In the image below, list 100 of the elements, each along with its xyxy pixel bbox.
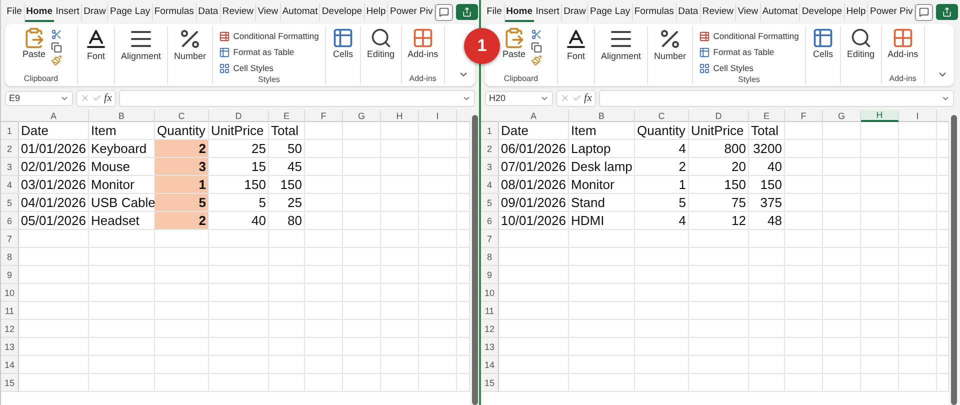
row-header[interactable]: 2 [1, 140, 19, 158]
row-header[interactable]: 6 [1, 212, 19, 230]
column-header[interactable]: G [343, 110, 381, 122]
row-header[interactable]: 5 [481, 194, 499, 212]
ribbon-tab[interactable]: File [485, 2, 504, 22]
row-header[interactable]: 11 [481, 302, 499, 320]
ribbon-tab[interactable]: Draw [562, 2, 588, 22]
ribbon-tab[interactable]: Automat [760, 2, 800, 22]
name-box[interactable]: E9 [5, 90, 73, 106]
paste-button[interactable]: Paste [20, 26, 48, 60]
ribbon-tab[interactable]: Page Lay [588, 2, 633, 22]
row-header[interactable]: 15 [481, 374, 499, 392]
row-header[interactable]: 13 [1, 338, 19, 356]
ribbon-tab[interactable]: Formulas [152, 2, 197, 22]
column-header[interactable]: E [749, 110, 785, 122]
alignment-button[interactable]: Alignment [119, 26, 164, 62]
ribbon-tab[interactable]: Data [676, 2, 701, 22]
row-header[interactable]: 2 [481, 140, 499, 158]
ribbon-tab[interactable]: Insert [534, 2, 562, 22]
row-header[interactable]: 9 [1, 266, 19, 284]
table-cell: Headset [89, 212, 155, 230]
row-header[interactable]: 9 [481, 266, 499, 284]
addins-button[interactable]: Add-ins [406, 26, 440, 60]
row-header[interactable]: 15 [1, 374, 19, 392]
row-header[interactable]: 6 [481, 212, 499, 230]
row-header[interactable]: 14 [1, 356, 19, 374]
row-header[interactable]: 14 [481, 356, 499, 374]
column-header[interactable]: E [269, 110, 305, 122]
styles-menu-item[interactable]: Cell Styles [219, 61, 319, 75]
cells-button[interactable]: Cells [330, 26, 356, 60]
column-header[interactable]: C [155, 110, 209, 122]
row-header[interactable]: 5 [1, 194, 19, 212]
row-header[interactable]: 3 [1, 158, 19, 176]
paste-button[interactable]: Paste [500, 26, 528, 60]
row-header[interactable]: 12 [481, 320, 499, 338]
ribbon-tab[interactable]: View [256, 2, 281, 22]
editing-button[interactable]: Editing [845, 26, 877, 60]
function-label[interactable]: fx [104, 92, 112, 104]
table-cell: 375 [749, 194, 785, 212]
row-header[interactable]: 10 [1, 284, 19, 302]
ribbon-tab[interactable]: Draw [82, 2, 108, 22]
styles-menu-item[interactable]: Conditional Formatting [219, 29, 319, 43]
styles-menu-item[interactable]: Cell Styles [699, 61, 799, 75]
addins-button[interactable]: Add-ins [886, 26, 920, 60]
ribbon-tab[interactable]: File [5, 2, 24, 22]
ribbon-tab[interactable]: Insert [54, 2, 82, 22]
row-header[interactable]: 1 [481, 122, 499, 140]
styles-menu-item[interactable]: Format as Table [699, 45, 799, 59]
ribbon-tab[interactable]: Help [844, 2, 868, 22]
name-box[interactable]: H20 [485, 90, 553, 106]
table-cell: 5 [209, 194, 269, 212]
row-header[interactable]: 3 [481, 158, 499, 176]
ribbon-tab[interactable]: Home [504, 2, 534, 22]
ribbon-tab[interactable]: Home [24, 2, 54, 22]
ribbon-tab[interactable]: Automat [280, 2, 320, 22]
ribbon-tab[interactable]: Review [220, 2, 256, 22]
row-header[interactable]: 13 [481, 338, 499, 356]
cells-button[interactable]: Cells [810, 26, 836, 60]
font-button[interactable]: Font [562, 26, 590, 62]
column-header[interactable]: I [899, 110, 937, 122]
ribbon-tab[interactable]: Help [364, 2, 388, 22]
column-header[interactable]: A [19, 110, 89, 122]
row-header[interactable]: 4 [481, 176, 499, 194]
styles-menu-item[interactable]: Format as Table [219, 45, 319, 59]
column-header[interactable]: G [823, 110, 861, 122]
ribbon-tab[interactable]: Data [196, 2, 221, 22]
styles-menu-item[interactable]: Conditional Formatting [699, 29, 799, 43]
row-header[interactable]: 4 [1, 176, 19, 194]
table-cell: Keyboard [89, 140, 155, 158]
function-label[interactable]: fx [584, 92, 592, 104]
column-header[interactable]: B [569, 110, 635, 122]
row-header[interactable]: 11 [1, 302, 19, 320]
row-header[interactable]: 12 [1, 320, 19, 338]
number-button[interactable]: Number [652, 26, 688, 62]
column-header[interactable]: C [635, 110, 689, 122]
column-header[interactable]: F [305, 110, 343, 122]
column-header[interactable]: D [689, 110, 749, 122]
row-header[interactable]: 8 [481, 248, 499, 266]
column-header[interactable]: H [861, 110, 899, 122]
row-header[interactable]: 7 [481, 230, 499, 248]
number-button[interactable]: Number [172, 26, 208, 62]
font-button[interactable]: Font [82, 26, 110, 62]
ribbon-tab[interactable]: Develope [800, 2, 845, 22]
row-header[interactable]: 7 [1, 230, 19, 248]
column-header[interactable]: B [89, 110, 155, 122]
row-header[interactable]: 8 [1, 248, 19, 266]
ribbon-tab[interactable]: Formulas [632, 2, 677, 22]
alignment-button[interactable]: Alignment [599, 26, 644, 62]
ribbon-tab[interactable]: Develope [320, 2, 365, 22]
column-header[interactable]: D [209, 110, 269, 122]
column-header[interactable]: F [785, 110, 823, 122]
row-header[interactable]: 1 [1, 122, 19, 140]
ribbon-tab[interactable]: Page Lay [108, 2, 153, 22]
row-header[interactable]: 10 [481, 284, 499, 302]
column-header[interactable]: A [499, 110, 569, 122]
editing-button[interactable]: Editing [365, 26, 397, 60]
column-header[interactable]: H [381, 110, 419, 122]
ribbon-tab[interactable]: View [736, 2, 761, 22]
column-header[interactable]: I [419, 110, 457, 122]
ribbon-tab[interactable]: Review [700, 2, 736, 22]
